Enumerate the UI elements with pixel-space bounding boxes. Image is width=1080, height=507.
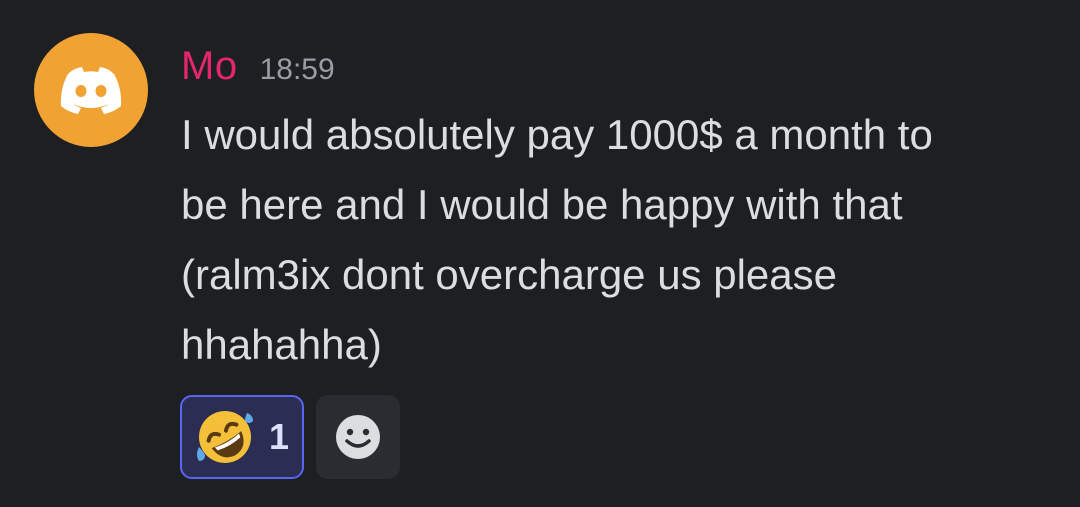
rolling-on-floor-laughing-emoji-icon xyxy=(196,411,253,463)
reaction-count: 1 xyxy=(268,416,290,457)
message-header: Mo 18:59 xyxy=(181,44,335,89)
message-line: I would absolutely pay 1000$ a month to xyxy=(181,111,933,158)
message-content: I would absolutely pay 1000$ a month to … xyxy=(181,100,1061,380)
chat-message: Mo 18:59 I would absolutely pay 1000$ a … xyxy=(0,0,1080,507)
discord-logo-icon xyxy=(60,67,122,114)
smiley-face-icon xyxy=(336,415,380,459)
username[interactable]: Mo xyxy=(181,44,238,89)
reactions-bar: 1 xyxy=(180,395,400,479)
avatar[interactable] xyxy=(34,33,148,147)
message-line: (ralm3ix dont overcharge us please xyxy=(181,251,838,298)
message-line: be here and I would be happy with that xyxy=(181,181,903,228)
timestamp[interactable]: 18:59 xyxy=(260,53,335,87)
message-line: hhahahha) xyxy=(181,321,382,368)
reaction-button[interactable]: 1 xyxy=(180,395,304,479)
add-reaction-button[interactable] xyxy=(316,395,400,479)
